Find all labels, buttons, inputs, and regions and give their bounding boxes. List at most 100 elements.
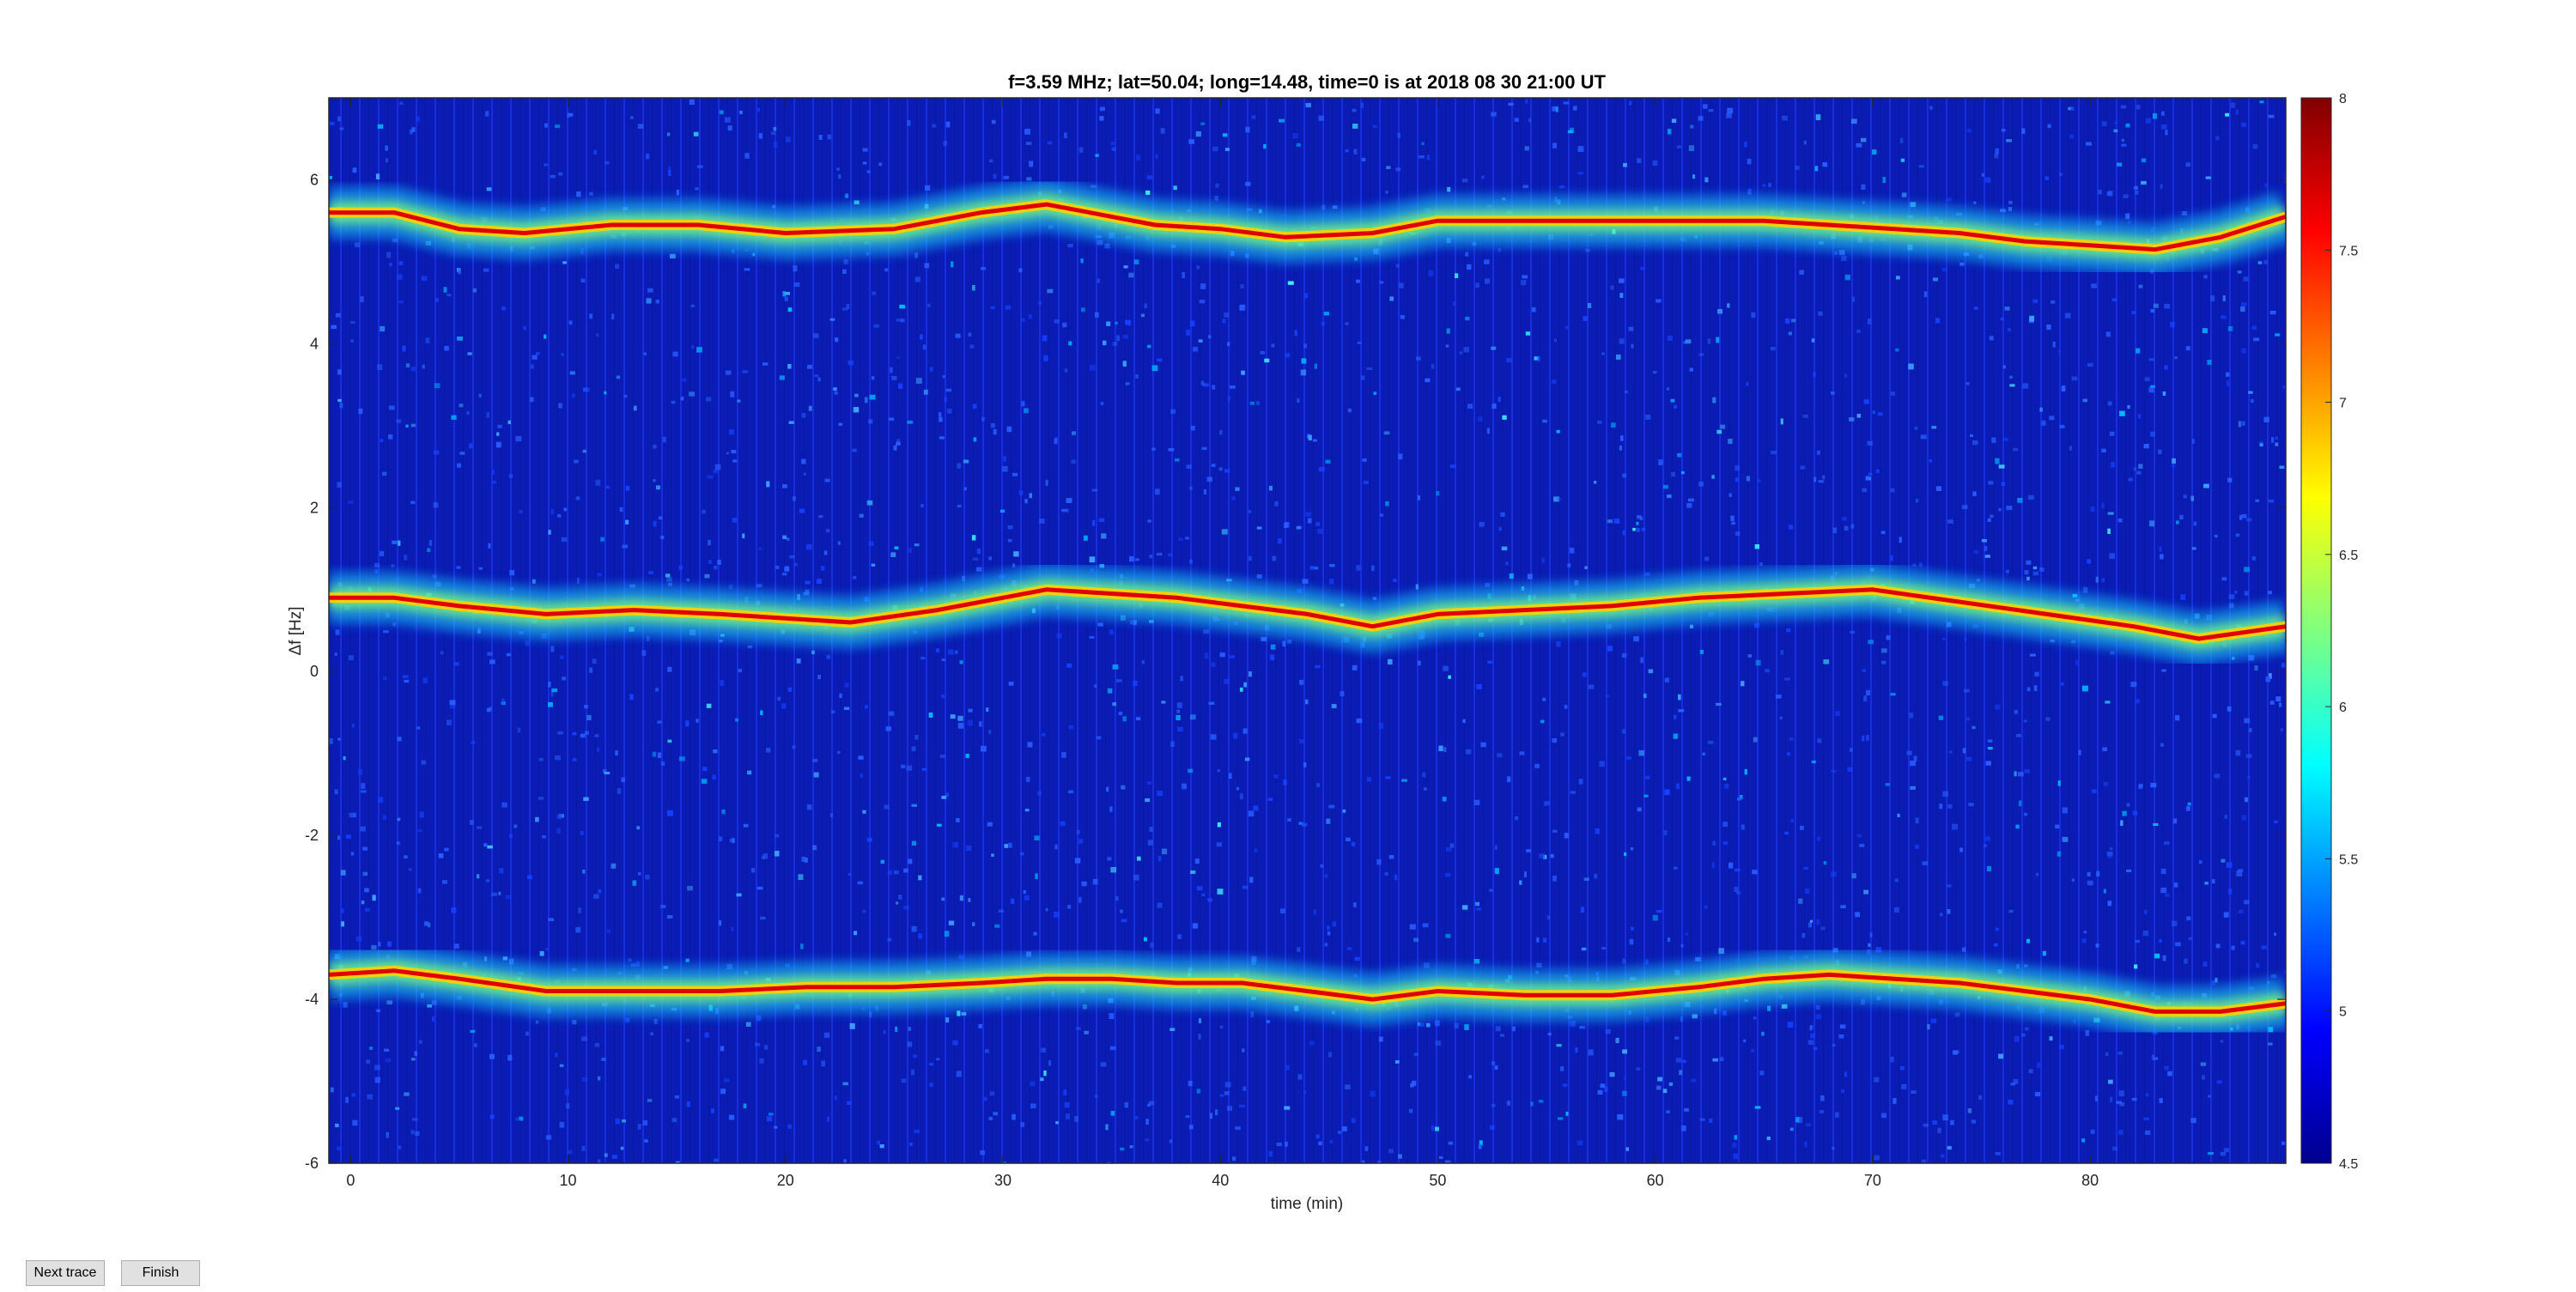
noise-speckle: [447, 294, 452, 297]
noise-speckle: [920, 334, 923, 340]
noise-speckle: [868, 541, 874, 546]
noise-speckle: [1028, 313, 1032, 319]
noise-speckle: [2257, 261, 2263, 264]
noise-speckle: [2238, 869, 2244, 872]
noise-speckle: [1283, 779, 1287, 786]
noise-speckle: [1177, 934, 1182, 939]
noise-speckle: [1263, 143, 1267, 149]
noise-speckle: [444, 847, 449, 852]
noise-speckle: [1670, 398, 1675, 403]
noise-speckle: [667, 915, 673, 919]
noise-speckle: [1638, 749, 1644, 756]
noise-speckle: [1581, 947, 1587, 951]
noise-speckle: [580, 830, 584, 835]
noise-speckle: [1942, 1114, 1948, 1121]
noise-speckle: [963, 487, 967, 491]
noise-speckle: [1047, 288, 1054, 294]
noise-speckle: [1297, 1074, 1303, 1080]
noise-speckle: [2193, 521, 2197, 526]
noise-speckle: [1047, 141, 1053, 145]
noise-speckle: [957, 463, 962, 469]
noise-speckle: [1681, 1125, 1686, 1131]
noise-speckle: [801, 856, 806, 862]
noise-speckle: [1224, 1091, 1230, 1095]
noise-speckle: [979, 721, 982, 727]
noise-speckle: [1428, 270, 1434, 276]
noise-speckle: [1235, 1126, 1241, 1131]
noise-speckle: [1702, 752, 1705, 756]
noise-speckle: [1935, 486, 1942, 492]
noise-speckle: [1149, 555, 1153, 559]
noise-speckle: [2240, 941, 2245, 945]
noise-speckle: [825, 529, 830, 533]
noise-speckle: [2050, 300, 2056, 304]
noise-speckle: [1110, 141, 1115, 146]
noise-speckle: [2235, 749, 2241, 756]
noise-speckle: [665, 573, 671, 578]
noise-speckle: [2121, 138, 2125, 143]
noise-speckle: [1160, 128, 1165, 134]
noise-speckle: [1815, 1014, 1822, 1020]
noise-speckle: [914, 543, 920, 547]
noise-speckle: [1372, 124, 1377, 129]
noise-speckle: [1613, 519, 1620, 525]
noise-speckle: [1438, 745, 1443, 752]
noise-speckle: [1597, 420, 1602, 424]
noise-speckle: [2235, 533, 2240, 537]
noise-speckle: [1500, 512, 1505, 517]
noise-speckle: [1261, 637, 1267, 641]
noise-speckle: [1190, 714, 1196, 720]
noise-speckle: [2086, 142, 2092, 146]
noise-speckle: [365, 907, 370, 912]
noise-speckle: [444, 345, 449, 351]
noise-speckle: [877, 1140, 881, 1145]
noise-speckle: [630, 116, 634, 119]
noise-speckle: [2161, 124, 2167, 130]
noise-speckle: [1239, 687, 1243, 692]
noise-speckle: [784, 567, 790, 572]
noise-speckle: [582, 869, 586, 874]
noise-speckle: [1189, 559, 1193, 564]
noise-speckle: [459, 452, 465, 455]
noise-speckle: [1865, 476, 1870, 481]
noise-speckle: [457, 463, 462, 468]
noise-speckle: [335, 312, 341, 318]
noise-speckle: [1279, 118, 1285, 123]
noise-speckle: [1519, 880, 1522, 885]
noise-speckle: [559, 1064, 564, 1067]
noise-speckle: [903, 868, 908, 873]
noise-speckle: [2041, 420, 2046, 426]
noise-speckle: [1054, 912, 1060, 918]
noise-speckle: [777, 696, 781, 701]
noise-speckle: [1718, 948, 1724, 955]
noise-speckle: [1948, 750, 1953, 754]
noise-speckle: [2153, 822, 2159, 827]
noise-speckle: [2186, 806, 2190, 811]
noise-speckle: [1707, 338, 1711, 344]
noise-speckle: [2159, 1098, 2163, 1104]
noise-speckle: [1741, 681, 1745, 687]
noise-speckle: [1045, 479, 1048, 486]
noise-speckle: [1746, 476, 1750, 482]
noise-speckle: [2150, 308, 2155, 313]
noise-speckle: [1443, 665, 1449, 671]
y-tick-label: -4: [305, 991, 319, 1008]
noise-speckle: [2015, 824, 2020, 829]
noise-speckle: [2176, 520, 2179, 525]
noise-speckle: [2163, 841, 2170, 845]
noise-speckle: [2119, 410, 2125, 416]
noise-speckle: [1200, 380, 1205, 386]
noise-speckle: [1841, 517, 1847, 521]
finish-button[interactable]: Finish: [121, 1260, 200, 1286]
next-trace-button[interactable]: Next trace: [26, 1260, 105, 1286]
noise-speckle: [489, 659, 495, 664]
noise-speckle: [796, 658, 801, 664]
noise-speckle: [383, 630, 389, 634]
noise-speckle: [623, 394, 628, 398]
noise-speckle: [915, 378, 922, 384]
noise-speckle: [2046, 325, 2051, 331]
noise-speckle: [1816, 450, 1820, 455]
noise-speckle: [1910, 786, 1916, 790]
noise-speckle: [1552, 876, 1557, 882]
noise-speckle: [869, 394, 876, 400]
